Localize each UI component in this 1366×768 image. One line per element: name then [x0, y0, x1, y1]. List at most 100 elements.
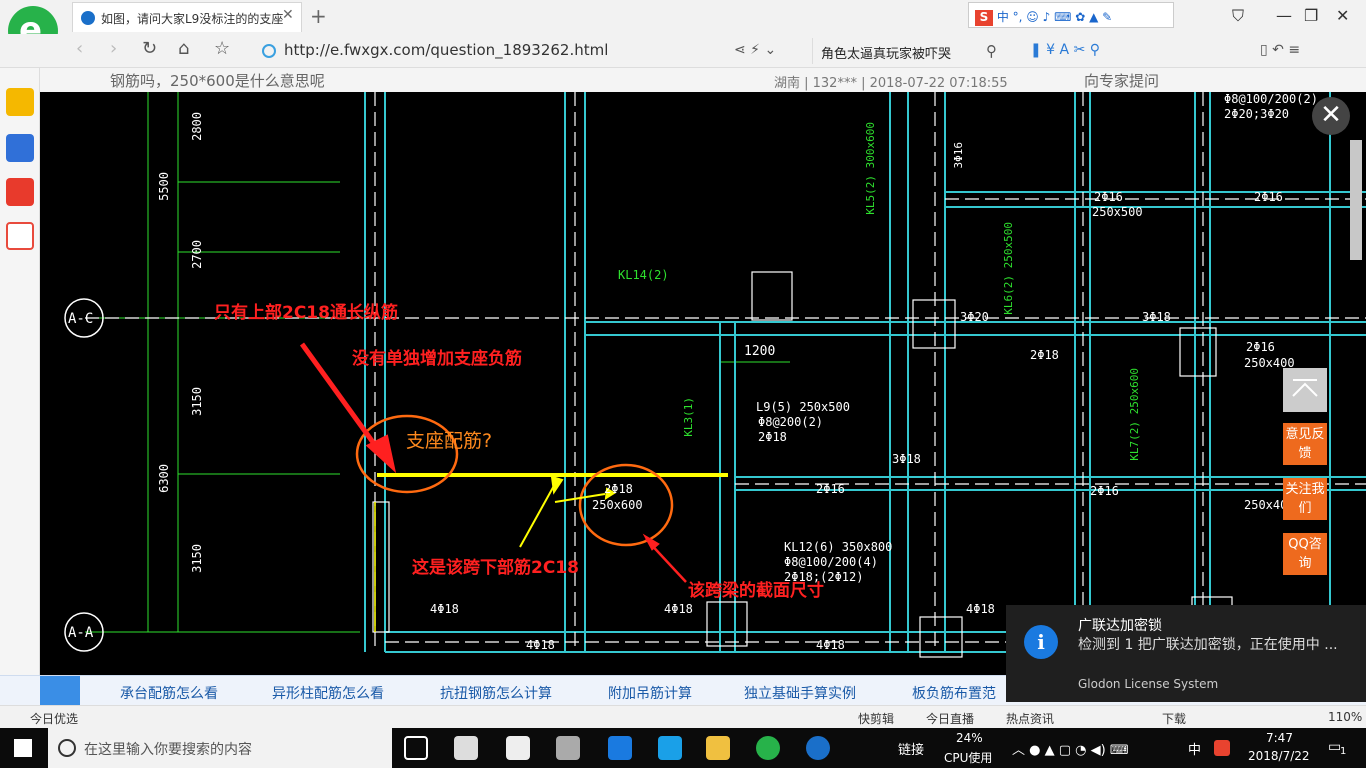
address-bar[interactable]: http://e.fwxgx.com/question_1893262.html — [258, 38, 808, 64]
link-item[interactable]: 独立基础手算实例 — [744, 683, 856, 703]
notification-source: Glodon License System — [1078, 677, 1219, 691]
shirt-icon[interactable]: ⛉ — [1232, 6, 1244, 26]
label-l9-stirrup: Φ8@200(2) — [758, 415, 824, 429]
text-2phi16-top: 2Φ16 — [1254, 190, 1283, 204]
scroll-top-button[interactable] — [1283, 368, 1327, 412]
fan-app-icon[interactable] — [454, 736, 478, 760]
tab-close-icon[interactable]: ✕ — [282, 7, 294, 23]
edge-browser-icon[interactable] — [608, 736, 632, 760]
ime-toolbar[interactable]: S 中 °, ☺ ♪ ⌨ ✿ ▲ ✎ — [968, 2, 1174, 28]
task-view-icon[interactable] — [404, 736, 428, 760]
close-overlay-button[interactable]: ✕ — [1312, 97, 1350, 135]
text-4phi18-d: 4Φ18 — [816, 638, 845, 652]
label-l9-rebar: 2Φ18 — [758, 430, 787, 444]
annotation-support-question: 支座配筋? — [406, 430, 493, 452]
refresh-icon[interactable]: ↻ — [142, 38, 157, 59]
link-item[interactable]: 承台配筋怎么看 — [120, 683, 218, 703]
info-icon: i — [1024, 625, 1058, 659]
text-rebar-top: 2Φ20;3Φ20 — [1224, 107, 1290, 121]
forward-icon[interactable]: › — [110, 38, 117, 59]
cpu-percent: 24% — [956, 731, 983, 745]
maximize-button[interactable]: ❐ — [1304, 6, 1318, 25]
annotation-bottom-rebar: 这是该跨下部筋2C18 — [412, 558, 579, 578]
text-250x40-lower: 250x40 — [1244, 498, 1288, 512]
minimize-button[interactable]: — — [1276, 6, 1292, 25]
clock-time[interactable]: 7:47 — [1266, 731, 1293, 745]
dim-3150-b: 3150 — [190, 544, 204, 573]
menu-icons[interactable]: ▯ ↶ ≡ — [1260, 42, 1300, 58]
close-window-button[interactable]: ✕ — [1336, 6, 1349, 25]
text-2phi16-upper: 2Φ16 — [1094, 190, 1123, 204]
label-l9: L9(5) 250x500 — [756, 400, 850, 414]
feedback-button[interactable]: 意见反馈 — [1283, 423, 1327, 465]
favorites-star-icon[interactable] — [6, 88, 34, 116]
ime-label: 中 °, — [996, 10, 1023, 24]
beam-section-250x600: 250x600 — [592, 498, 643, 512]
list-icon[interactable] — [6, 134, 34, 162]
annotation-no-support-rebar: 没有单独增加支座负筋 — [352, 349, 522, 369]
question-strip: 钢筋吗，250*600是什么意思呢 湖南 | 132*** | 2018-07-… — [40, 68, 1366, 92]
label-kl12: KL12(6) 350x800 — [784, 540, 893, 554]
status-item[interactable]: 下载 — [1162, 710, 1186, 727]
ime-indicator[interactable]: 中 — [1188, 739, 1201, 758]
glodon-app-icon[interactable] — [806, 736, 830, 760]
ime-tools-icons[interactable]: ☺ ♪ ⌨ ✿ ▲ ✎ — [1026, 10, 1112, 24]
tab-title: 如图，请问大家L9没标注的的支座 — [101, 12, 284, 26]
notification-title: 广联达加密锁 — [1078, 618, 1162, 634]
page-content: 钢筋吗，250*600是什么意思呢 湖南 | 132*** | 2018-07-… — [40, 68, 1366, 675]
text-2phi16-mid: 2Φ16 — [816, 482, 845, 496]
chevron-up-icon — [1292, 379, 1318, 397]
taskbar-search-input[interactable]: 在这里输入你要搜索的内容 — [48, 728, 392, 768]
windows-start-icon[interactable] — [14, 739, 32, 757]
weibo-icon[interactable] — [6, 178, 34, 206]
share-icon[interactable]: ⋖ ⚡ ⌄ — [734, 42, 776, 58]
text-3phi20: 3Φ20 — [960, 310, 989, 324]
zoom-level[interactable]: 110% — [1328, 710, 1362, 724]
status-item[interactable]: 今日直播 — [926, 710, 974, 727]
link-item[interactable]: 异形柱配筋怎么看 — [272, 683, 384, 703]
tray-icons[interactable]: ︿ ● ▲ ▢ ◔ ◀) ⌨ — [1012, 739, 1129, 758]
ask-expert-button[interactable]: 向专家提问 — [1084, 70, 1159, 91]
today-picks[interactable]: 今日优选 — [30, 710, 78, 727]
text-3phi18-right: 3Φ18 — [1142, 310, 1171, 324]
search-circle-icon — [58, 739, 76, 757]
dim-6300: 6300 — [157, 464, 171, 493]
notification-body: 检测到 1 把广联达加密锁，正在使用中 ... — [1078, 637, 1338, 653]
qq-consult-button[interactable]: QQ咨询 — [1283, 533, 1327, 575]
status-item[interactable]: 快剪辑 — [858, 710, 894, 727]
search-icon[interactable] — [40, 676, 80, 706]
text-3phi16: 3Φ16 — [952, 142, 965, 169]
home-icon[interactable]: ⌂ — [178, 38, 189, 59]
text-2phi16-right: 2Φ16 — [1246, 340, 1275, 354]
search-icon[interactable]: ⚲ — [986, 42, 997, 60]
annotation-section-size: 该跨梁的截面尺寸 — [688, 581, 824, 601]
label-kl7: KL7(2) 250x600 — [1128, 368, 1141, 461]
search-input[interactable]: 角色太逼真玩家被吓哭 — [812, 38, 1012, 64]
clock-date[interactable]: 2018/7/22 — [1248, 749, 1310, 763]
status-item[interactable]: 热点资讯 — [1006, 710, 1054, 727]
page-scrollbar[interactable] — [1350, 140, 1362, 260]
tab-active[interactable]: 如图，请问大家L9没标注的的支座 — [72, 2, 302, 32]
text-4phi18-e: 4Φ18 — [966, 602, 995, 616]
links-label[interactable]: 链接 — [898, 739, 924, 758]
axis-label-aa: A-A — [68, 625, 94, 641]
swirl-app-icon[interactable] — [556, 736, 580, 760]
text-2phi16-lower: 2Φ16 — [1090, 484, 1119, 498]
notification-toast[interactable]: i 广联达加密锁 检测到 1 把广联达加密锁，正在使用中 ... Glodon … — [1006, 605, 1366, 702]
browser-status-bar: 今日优选 快剪辑 今日直播 热点资讯 下载 110% — [0, 705, 1366, 728]
edge-e-icon[interactable] — [506, 736, 530, 760]
label-kl6: KL6(2) 250x500 — [1002, 222, 1015, 315]
sogou-tray-icon[interactable] — [1214, 740, 1230, 756]
new-tab-icon[interactable]: + — [310, 4, 327, 28]
back-icon[interactable]: ‹ — [76, 38, 83, 59]
ie-browser-icon[interactable] — [658, 736, 682, 760]
mail-icon[interactable] — [6, 222, 34, 250]
link-item[interactable]: 附加吊筋计算 — [608, 683, 692, 703]
follow-us-button[interactable]: 关注我们 — [1283, 478, 1327, 520]
link-item[interactable]: 抗扭钢筋怎么计算 — [440, 683, 552, 703]
2345-browser-icon[interactable] — [756, 736, 780, 760]
link-item[interactable]: 板负筋布置范 — [912, 683, 996, 703]
file-explorer-icon[interactable] — [706, 736, 730, 760]
extension-icons[interactable]: ❚ ¥ A ✂ ⚲ — [1030, 42, 1100, 58]
favorite-star-icon[interactable]: ☆ — [214, 38, 230, 59]
